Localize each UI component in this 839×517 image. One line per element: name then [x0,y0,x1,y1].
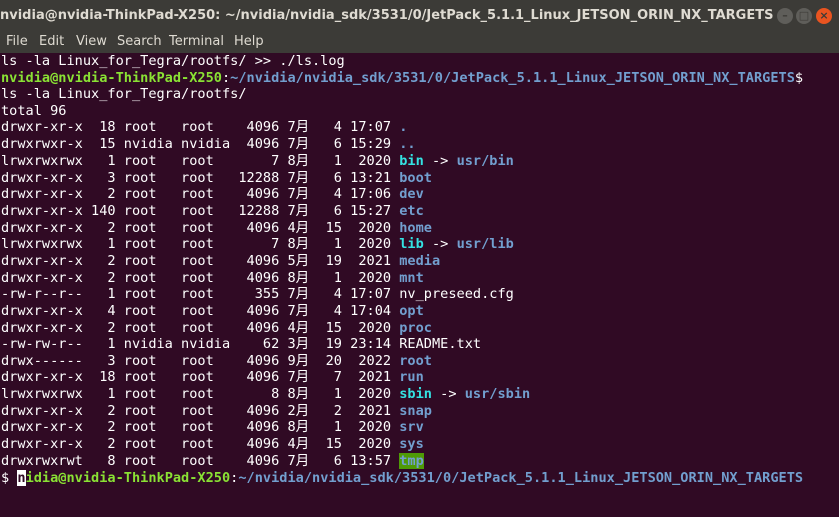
entry-meta: lrwxrwxrwx 1 root root 7 8月 1 2020 [1,236,400,252]
listing-row: lrwxrwxrwx 1 root root 7 8月 1 2020 lib -… [1,236,514,253]
entry-name: srv [399,419,424,435]
text-cursor[interactable]: n [17,470,26,486]
close-icon[interactable]: × [816,8,832,24]
entry-meta: -rw-rw-r-- 1 nvidia nvidia 62 3月 19 23:1… [1,336,400,352]
menu-bar: File Edit View Search Terminal Help [0,32,839,53]
listing-row: drwxr-xr-x 2 root root 4096 7月 4 17:06 d… [1,186,424,203]
prompt-separator: : [221,70,231,86]
menu-help[interactable]: Help [234,34,264,49]
entry-name: snap [399,403,432,419]
listing-row: lrwxrwxrwx 1 root root 8 8月 1 2020 sbin … [1,386,530,403]
total-line: total 96 [1,103,67,119]
link-arrow: -> [423,153,457,169]
entry-name: media [399,253,441,269]
entry-meta: drwxr-xr-x 2 root root 4096 4月 15 2020 [1,320,400,336]
entry-name: tmp [399,453,424,469]
entry-meta: drwxrwxrwt 8 root root 4096 7月 6 13:57 [1,453,400,469]
listing-row: drwxr-xr-x 3 root root 12288 7月 6 13:21 … [1,170,432,187]
entry-meta: drwxr-xr-x 3 root root 12288 7月 6 13:21 [1,170,400,186]
entry-meta: lrwxrwxrwx 1 root root 7 8月 1 2020 [1,153,400,169]
listing-row: drwxr-xr-x 2 root root 4096 4月 15 2020 p… [1,320,432,337]
menu-edit[interactable]: Edit [39,34,64,49]
menu-terminal[interactable]: Terminal [169,34,224,49]
entry-name: lib [399,236,424,252]
listing-row: drwxr-xr-x 2 root root 4096 4月 15 2020 s… [1,436,424,453]
entry-meta: -rw-r--r-- 1 root root 355 7月 4 17:07 [1,286,400,302]
entry-name: README.txt [399,336,482,352]
listing-row: drwxr-xr-x 2 root root 4096 8月 1 2020 sr… [1,419,424,436]
terminal-window: nvidia@nvidia-ThinkPad-X250: ~/nvidia/nv… [0,0,839,517]
link-target: usr/lib [456,236,514,252]
prompt-path: ~/nvidia/nvidia_sdk/3531/0/JetPack_5.1.1… [230,70,795,86]
link-target: usr/bin [456,153,514,169]
prompt-user: idia@nvidia-ThinkPad-X250 [25,470,231,486]
entry-meta: drwxr-xr-x 4 root root 4096 7月 4 17:04 [1,303,400,319]
menu-search[interactable]: Search [117,34,162,49]
entry-name: home [399,220,432,236]
listing-row: drwxr-xr-x 2 root root 4096 4月 15 2020 h… [1,220,432,237]
listing-row: drwxr-xr-x 140 root root 12288 7月 6 15:2… [1,203,424,220]
entry-meta: drwxr-xr-x 2 root root 4096 4月 15 2020 [1,220,400,236]
entry-name: opt [399,303,424,319]
title-bar[interactable]: nvidia@nvidia-ThinkPad-X250: ~/nvidia/nv… [0,0,839,32]
entry-meta: drwxr-xr-x 2 root root 4096 8月 1 2020 [1,270,400,286]
prompt-path: ~/nvidia/nvidia_sdk/3531/0/JetPack_5.1.1… [238,470,804,486]
entry-name: root [399,353,432,369]
listing-row: drwxr-xr-x 2 root root 4096 2月 2 2021 sn… [1,403,432,420]
maximize-icon[interactable]: □ [796,8,812,24]
entry-meta: drwxrwxr-x 15 nvidia nvidia 4096 7月 6 15… [1,136,400,152]
link-arrow: -> [432,386,465,402]
entry-name: sbin [399,386,432,402]
listing-row: drwxr-xr-x 2 root root 4096 8月 1 2020 mn… [1,270,424,287]
entry-name: . [399,119,408,135]
prompt-line: nvidia@nvidia-ThinkPad-X250:~/nvidia/nvi… [1,70,803,87]
entry-name: dev [399,186,424,202]
menu-view[interactable]: View [76,34,107,49]
entry-name: boot [399,170,432,186]
command-line-2: ls -la Linux_for_Tegra/rootfs/ [1,86,247,102]
entry-name: .. [399,136,416,152]
listing-row: -rw-r--r-- 1 root root 355 7月 4 17:07 nv… [1,286,514,303]
link-arrow: -> [423,236,457,252]
entry-meta: drwxr-xr-x 18 root root 4096 7月 7 2021 [1,369,400,385]
entry-meta: lrwxrwxrwx 1 root root 8 8月 1 2020 [1,386,400,402]
menu-file[interactable]: File [6,34,28,49]
entry-name: proc [399,320,432,336]
entry-meta: drwxr-xr-x 2 root root 4096 4月 15 2020 [1,436,400,452]
listing-row: drwxr-xr-x 18 root root 4096 7月 4 17:07 … [1,119,407,136]
entry-meta: drwx------ 3 root root 4096 9月 20 2022 [1,353,400,369]
listing-row: drwxr-xr-x 4 root root 4096 7月 4 17:04 o… [1,303,424,320]
entry-name: etc [399,203,424,219]
entry-name: sys [399,436,424,452]
prompt-symbol: $ [794,70,804,86]
minimize-icon[interactable]: – [777,8,793,24]
entry-name: run [399,369,424,385]
entry-name: nv_preseed.cfg [399,286,514,302]
listing-row: -rw-rw-r-- 1 nvidia nvidia 62 3月 19 23:1… [1,336,481,353]
prompt-dollar: $ [1,470,18,486]
window-title: nvidia@nvidia-ThinkPad-X250: ~/nvidia/nv… [0,8,774,23]
listing-row: drwxrwxr-x 15 nvidia nvidia 4096 7月 6 15… [1,136,416,153]
entry-name: bin [399,153,424,169]
listing-row: drwxr-xr-x 18 root root 4096 7月 7 2021 r… [1,369,424,386]
entry-meta: drwxr-xr-x 2 root root 4096 7月 4 17:06 [1,186,400,202]
entry-meta: drwxr-xr-x 2 root root 4096 5月 19 2021 [1,253,400,269]
listing-row: lrwxrwxrwx 1 root root 7 8月 1 2020 bin -… [1,153,514,170]
link-target: usr/sbin [464,386,531,402]
listing-row: drwx------ 3 root root 4096 9月 20 2022 r… [1,353,432,370]
entry-meta: drwxr-xr-x 2 root root 4096 2月 2 2021 [1,403,400,419]
entry-name: mnt [399,270,424,286]
entry-meta: drwxr-xr-x 140 root root 12288 7月 6 15:2… [1,203,400,219]
terminal-output[interactable]: ls -la Linux_for_Tegra/rootfs/ >> ./ls.l… [0,53,839,517]
listing-row: drwxrwxrwt 8 root root 4096 7月 6 13:57 t… [1,453,424,470]
entry-meta: drwxr-xr-x 2 root root 4096 8月 1 2020 [1,419,400,435]
entry-meta: drwxr-xr-x 18 root root 4096 7月 4 17:07 [1,119,400,135]
command-line-1: ls -la Linux_for_Tegra/rootfs/ >> ./ls.l… [1,53,345,69]
prompt-user: nvidia@nvidia-ThinkPad-X250 [1,70,222,86]
current-prompt-line: $ nidia@nvidia-ThinkPad-X250:~/nvidia/nv… [1,470,803,487]
listing-row: drwxr-xr-x 2 root root 4096 5月 19 2021 m… [1,253,440,270]
